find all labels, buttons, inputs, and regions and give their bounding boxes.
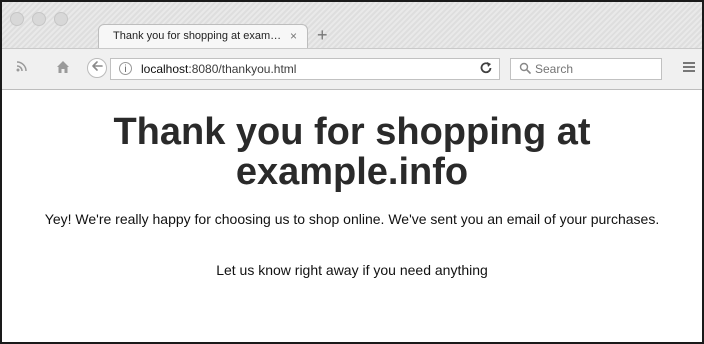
close-window-button[interactable] <box>10 12 24 26</box>
home-icon[interactable] <box>56 60 70 77</box>
minimize-window-button[interactable] <box>32 12 46 26</box>
hamburger-menu-icon[interactable] <box>682 60 696 76</box>
navigation-toolbar: i localhost:8080/thankyou.html <box>2 48 702 90</box>
search-input[interactable] <box>535 61 655 77</box>
tab-close-icon[interactable]: × <box>290 29 297 43</box>
url-host: localhost <box>141 62 189 76</box>
back-arrow-icon[interactable] <box>87 58 107 78</box>
info-icon[interactable]: i <box>119 62 132 75</box>
url-path: :8080/thankyou.html <box>188 62 297 76</box>
url-text: localhost:8080/thankyou.html <box>141 62 296 76</box>
zoom-window-button[interactable] <box>54 12 68 26</box>
search-box[interactable] <box>510 58 662 80</box>
address-bar[interactable]: i localhost:8080/thankyou.html <box>110 58 500 80</box>
thank-you-message: Yey! We're really happy for choosing us … <box>44 211 660 227</box>
browser-window: Thank you for shopping at exam… × + i lo <box>0 0 704 344</box>
active-tab[interactable]: Thank you for shopping at exam… × <box>98 24 308 48</box>
page-heading: Thank you for shopping at example.info <box>113 111 591 193</box>
help-message: Let us know right away if you need anyth… <box>216 262 488 278</box>
title-bar: Thank you for shopping at exam… × + <box>2 2 702 48</box>
tab-title: Thank you for shopping at exam… <box>113 30 282 42</box>
search-icon <box>519 62 531 77</box>
rss-icon[interactable] <box>16 61 27 75</box>
reload-icon[interactable] <box>479 61 493 78</box>
window-controls <box>10 12 68 26</box>
new-tab-button[interactable]: + <box>317 26 328 44</box>
